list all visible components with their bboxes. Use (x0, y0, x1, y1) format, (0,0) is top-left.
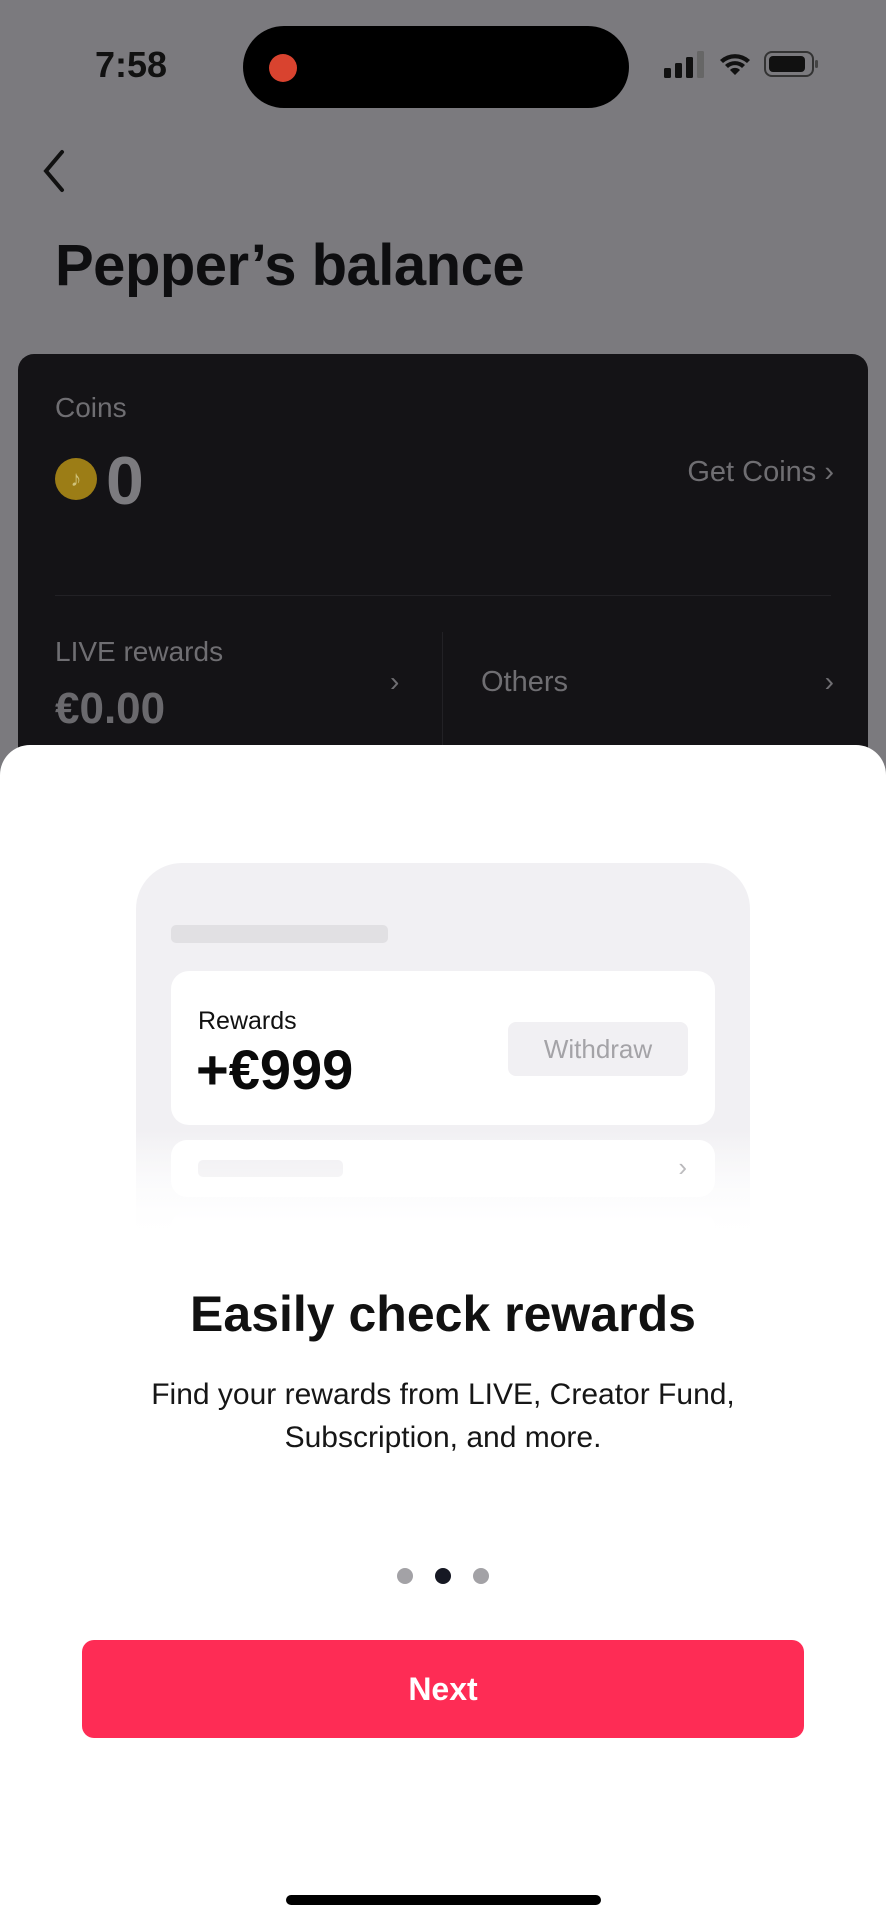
fade-overlay (136, 1133, 750, 1243)
withdraw-button: Withdraw (508, 1022, 688, 1076)
dynamic-island (243, 26, 629, 108)
page-dot-1[interactable] (397, 1568, 413, 1584)
coins-label: Coins (55, 392, 127, 423)
rewards-label: Rewards (198, 1007, 297, 1035)
placeholder-bar (171, 925, 388, 943)
home-indicator[interactable] (286, 1895, 601, 1905)
recording-indicator-icon (269, 54, 297, 82)
coin-icon: ♪ (55, 458, 97, 500)
others-label[interactable]: Others (481, 666, 568, 699)
chevron-right-icon[interactable]: › (825, 666, 834, 698)
next-button[interactable]: Next (82, 1640, 804, 1738)
wifi-icon (720, 54, 750, 75)
onboarding-sheet: Rewards +€999 Withdraw › Easily check re… (0, 745, 886, 1920)
get-coins-link[interactable]: Get Coins › (687, 456, 834, 489)
divider (55, 595, 831, 596)
page-dot-3[interactable] (473, 1568, 489, 1584)
rewards-illustration: Rewards +€999 Withdraw › (136, 863, 750, 1243)
back-chevron-icon[interactable] (38, 148, 78, 194)
page-title: Pepper’s balance (55, 233, 525, 298)
battery-icon (764, 51, 818, 77)
page-indicator (0, 1568, 886, 1584)
live-rewards-value: €0.00 (55, 684, 166, 733)
rewards-card: Rewards +€999 Withdraw (171, 971, 715, 1125)
onboarding-description: Find your rewards from LIVE, Creator Fun… (151, 1378, 735, 1454)
status-time: 7:58 (95, 44, 168, 85)
rewards-value: +€999 (196, 1038, 354, 1101)
status-icons (664, 50, 820, 78)
chevron-right-icon[interactable]: › (390, 666, 399, 698)
signal-icon (664, 51, 704, 78)
balance-card: Coins ♪ 0 Get Coins › LIVE rewards €0.00… (18, 354, 868, 784)
live-rewards-label[interactable]: LIVE rewards (55, 636, 223, 668)
page-dot-2-active[interactable] (435, 1568, 451, 1584)
coins-value: 0 (106, 443, 144, 519)
onboarding-heading: Easily check rewards (190, 1286, 696, 1342)
